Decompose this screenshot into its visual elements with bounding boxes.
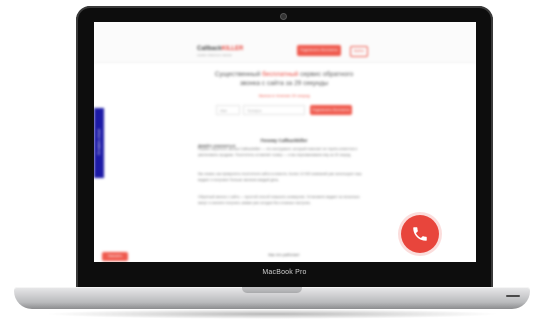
section-title: Почему Callbackkiller [260,138,308,143]
name-field[interactable]: Имя [216,105,240,115]
hero-subline[interactable]: Звонок в течение 29 секунд [234,93,334,98]
hero-headline: Существенный бесплатный сервис обратного… [204,70,364,88]
how-it-works-title: Как это работает [268,252,300,257]
logo-main: Callback [197,46,222,52]
side-tab-label: Оставить отзыв [97,129,101,155]
camera-icon [281,14,286,19]
headline-prefix: Существенный [214,71,261,78]
phone-icon [413,227,427,241]
logo-accent: KILLER [221,46,244,52]
site-header [94,22,476,63]
paragraph-3: Обратный звонок с сайта — простой способ… [198,195,360,205]
order-button[interactable]: Заказать [102,252,128,261]
phone-field[interactable]: Телефон [243,105,305,115]
call-button[interactable] [401,215,439,253]
base-notch [242,287,302,293]
laptop-base [14,287,530,309]
site-logo[interactable]: CallbackKILLER [197,46,243,52]
paragraph-2: Мы знаем, как превратить посетителя сайт… [198,172,362,182]
header-connect-button[interactable]: Подключить бесплатно [297,45,341,56]
laptop-shadow [44,309,500,319]
form-submit-button[interactable]: Подключить бесплатно [310,105,352,115]
laptop-screen: CallbackKILLER сервис обратного звонка П… [94,22,476,262]
headline-highlight: бесплатный [262,71,299,78]
device-brand-label: MacBook Pro [262,269,307,276]
paragraph-1: Сервис обратного звонка Callbackkiller —… [198,147,358,157]
header-login-link[interactable]: Войти [350,46,368,57]
logo-subtitle: сервис обратного звонка [197,53,232,57]
feedback-side-tab[interactable]: Оставить отзыв [94,108,104,178]
base-slot [506,295,520,297]
